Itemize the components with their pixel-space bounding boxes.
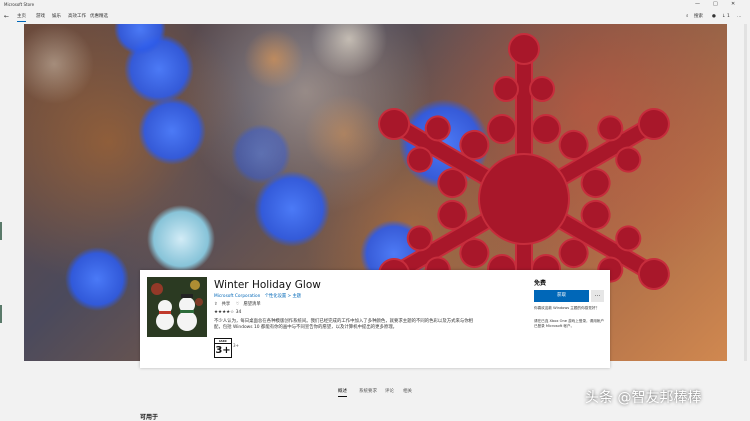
tab-entertainment[interactable]: 娱乐 bbox=[52, 9, 61, 24]
age-rating-badge[interactable]: IARC 3+ bbox=[214, 338, 232, 358]
side-note: 你喜欢这款 Windows 主题的你感觉好？ bbox=[534, 306, 600, 310]
wishlist-icon[interactable]: ♡ bbox=[236, 302, 240, 307]
download-count: 1 bbox=[727, 14, 730, 19]
tab-reviews[interactable]: 评论 bbox=[385, 388, 394, 394]
more-icon[interactable]: … bbox=[737, 9, 742, 24]
title-bar: Microsoft Store — □ ✕ bbox=[0, 0, 750, 9]
publisher-line: Microsoft Corporation 个性化设置 > 主题 bbox=[214, 293, 304, 299]
product-description: 不少人认为，每日桌面总在各种模版创作系统间。我们已经完成的工作中加入了多种颜色，… bbox=[214, 319, 474, 330]
age-rating-number: 3+ bbox=[215, 345, 231, 356]
star-rating: ★★★★☆ bbox=[214, 310, 235, 315]
wishlist-link[interactable]: 愿望清单 bbox=[243, 302, 260, 307]
side-note-2: 请在已连 Xbox One 游戏上登录，请用帐户已登录 Microsoft 帐户… bbox=[534, 319, 605, 328]
watermark: 头条 @智友邦棒棒 bbox=[585, 390, 702, 406]
close-icon[interactable]: ✕ bbox=[731, 0, 735, 9]
age-rating-text: 3+ bbox=[233, 343, 239, 348]
product-card: Winter Holiday Glow Microsoft Corporatio… bbox=[140, 270, 610, 368]
tab-system-requirements[interactable]: 系统要求 bbox=[359, 388, 377, 394]
left-edge-mark bbox=[0, 222, 2, 240]
more-options-button[interactable]: … bbox=[591, 290, 604, 302]
maximize-icon[interactable]: □ bbox=[713, 0, 718, 9]
app-title: Microsoft Store bbox=[4, 2, 35, 7]
snowman-image bbox=[147, 277, 207, 337]
tab-overview[interactable]: 概述 bbox=[338, 388, 347, 397]
nav-bar: ← 主页 游戏 娱乐 高效工作 优惠精选 ⌕ 搜索 ● ↓ 1 … bbox=[0, 9, 750, 24]
product-title: Winter Holiday Glow bbox=[214, 279, 321, 291]
share-link[interactable]: 共享 bbox=[222, 302, 231, 307]
avatar-icon[interactable]: ● bbox=[712, 9, 716, 24]
search-label[interactable]: 搜索 bbox=[694, 9, 703, 24]
category-link[interactable]: 个性化设置 > 主题 bbox=[265, 294, 301, 299]
product-thumbnail bbox=[147, 277, 207, 337]
minimize-icon[interactable]: — bbox=[695, 0, 700, 9]
action-links: ⇪ 共享 ♡ 愿望清单 bbox=[214, 301, 265, 307]
tab-home[interactable]: 主页 bbox=[17, 9, 26, 24]
search-icon[interactable]: ⌕ bbox=[686, 9, 689, 24]
scrollbar[interactable] bbox=[744, 24, 747, 361]
tab-related[interactable]: 相关 bbox=[403, 388, 412, 394]
downloads-icon[interactable]: ↓ bbox=[722, 9, 726, 24]
section-title: 可用于 bbox=[140, 414, 159, 421]
left-edge-mark bbox=[0, 305, 2, 323]
share-icon[interactable]: ⇪ bbox=[214, 302, 218, 307]
rating-count: 34 bbox=[235, 310, 242, 315]
get-button[interactable]: 获取 bbox=[534, 290, 589, 302]
rating[interactable]: ★★★★☆ 34 bbox=[214, 310, 241, 315]
tab-deals[interactable]: 优惠精选 bbox=[90, 9, 108, 24]
tab-productivity[interactable]: 高效工作 bbox=[68, 9, 86, 24]
tab-games[interactable]: 游戏 bbox=[36, 9, 45, 24]
publisher-link[interactable]: Microsoft Corporation bbox=[214, 294, 260, 299]
back-arrow-icon[interactable]: ← bbox=[4, 9, 9, 24]
price-label: 免费 bbox=[534, 280, 547, 287]
